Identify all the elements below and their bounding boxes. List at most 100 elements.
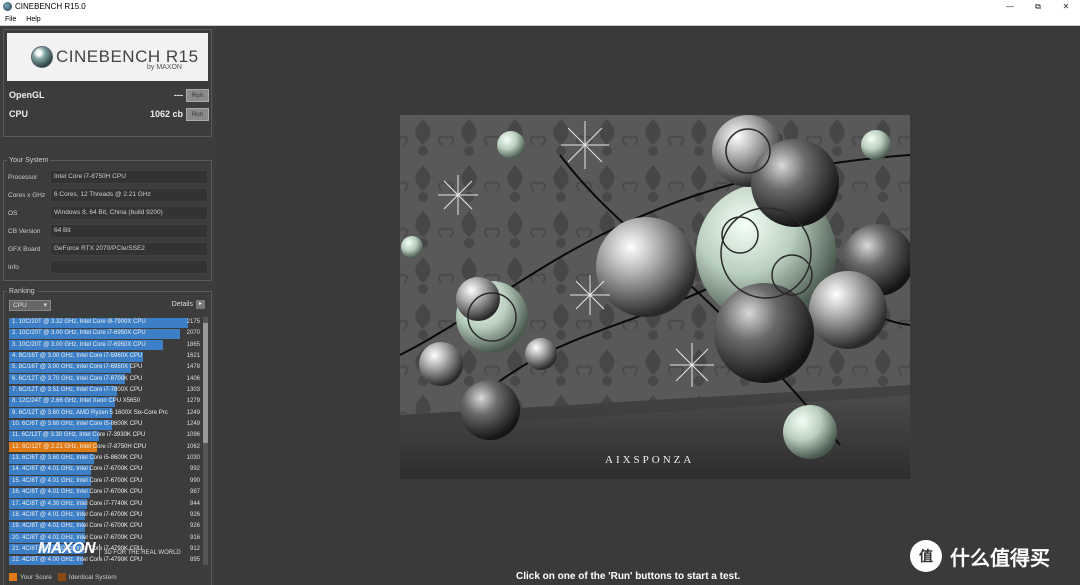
ranking-item-label: 14. 4C/8T @ 4.01 GHz, Intel Core i7-6700… bbox=[12, 466, 143, 473]
ranking-item[interactable]: 18. 4C/8T @ 4.01 GHz, Intel Core i7-6700… bbox=[9, 510, 202, 521]
sys-row-cb-version: CB Version 64 Bit bbox=[8, 224, 208, 238]
ranking-item-label: 1. 10C/20T @ 3.32 GHz, Intel Core i9-790… bbox=[12, 319, 146, 325]
ranking-item-label: 17. 4C/8T @ 4.30 GHz, Intel Core i7-7740… bbox=[12, 500, 143, 507]
sys-value: Windows 8, 64 Bit, China (build 9200) bbox=[50, 206, 208, 220]
cpu-run-button[interactable]: Run bbox=[186, 107, 209, 121]
sys-row-info: Info bbox=[8, 260, 208, 274]
ranking-item-score: 926 bbox=[189, 523, 200, 530]
ranking-item[interactable]: 14. 4C/8T @ 4.01 GHz, Intel Core i7-6700… bbox=[9, 464, 202, 475]
details-label: Details bbox=[171, 301, 193, 308]
ranking-item-label: 6. 6C/12T @ 3.70 GHz, Intel Core i7-8700… bbox=[12, 375, 143, 382]
left-panel: CINEBENCH R15 by MAXON OpenGL --- Run CP… bbox=[0, 26, 216, 585]
ranking-item-score: 1096 bbox=[186, 432, 200, 439]
cinebench-ball-icon bbox=[31, 46, 53, 68]
ranking-item[interactable]: 5. 8C/16T @ 3.00 GHz, Intel Core i7-6950… bbox=[9, 362, 202, 373]
ranking-item-score: 1303 bbox=[186, 387, 200, 394]
render-image: AIXSPONZA bbox=[400, 115, 910, 479]
ranking-item-label: 4. 8C/16T @ 3.00 GHz, Intel Core i7-5960… bbox=[12, 353, 143, 360]
ranking-legend: Your Score Identical System bbox=[9, 573, 123, 581]
ranking-item[interactable]: 10. 6C/6T @ 3.60 GHz, Intel Core i5-8600… bbox=[9, 419, 202, 430]
ranking-item-score: 1621 bbox=[186, 353, 200, 360]
menu-bar: File Help bbox=[0, 13, 1080, 26]
ranking-item[interactable]: 9. 6C/12T @ 3.60 GHz, AMD Ryzen 5 1600X … bbox=[9, 408, 202, 419]
sys-key: Cores x GHz bbox=[8, 191, 46, 199]
ranking-item-label: 8. 12C/24T @ 2.66 GHz, Intel Xeon CPU X5… bbox=[12, 398, 141, 405]
ranking-item-score: 992 bbox=[189, 466, 200, 473]
ranking-list[interactable]: 1. 10C/20T @ 3.32 GHz, Intel Core i9-790… bbox=[9, 317, 202, 565]
benchmark-panel: CINEBENCH R15 by MAXON OpenGL --- Run CP… bbox=[3, 29, 212, 137]
your-system-panel: Your System Processor Intel Core i7-8750… bbox=[3, 157, 212, 281]
ranking-item-score: 916 bbox=[189, 534, 200, 541]
ranking-item-label: 5. 8C/16T @ 3.00 GHz, Intel Core i7-6950… bbox=[12, 364, 143, 371]
ranking-item-label: 12. 6C/12T @ 2.21 GHz, Intel Core i7-875… bbox=[12, 443, 147, 450]
ranking-item-label: 11. 6C/12T @ 3.30 GHz, Intel Core i7-393… bbox=[12, 432, 146, 439]
sys-row-os: OS Windows 8, 64 Bit, China (build 9200) bbox=[8, 206, 208, 220]
identical-system-label: Identical System bbox=[68, 573, 117, 581]
ranking-item-label: 9. 6C/12T @ 3.60 GHz, AMD Ryzen 5 1600X … bbox=[12, 409, 168, 416]
ranking-item[interactable]: 6. 6C/12T @ 3.70 GHz, Intel Core i7-8700… bbox=[9, 374, 202, 385]
ranking-item-score: 926 bbox=[189, 511, 200, 518]
ranking-item-score: 1249 bbox=[186, 421, 200, 428]
ranking-title: Ranking bbox=[7, 288, 37, 295]
sys-key: GFX Board bbox=[8, 245, 41, 253]
ranking-item-label: 16. 4C/8T @ 4.01 GHz, Intel Core i7-6700… bbox=[12, 489, 143, 496]
minimize-icon[interactable]: — bbox=[996, 0, 1024, 13]
ranking-item-score: 2175 bbox=[186, 319, 200, 325]
ranking-item-score: 944 bbox=[189, 500, 200, 507]
close-icon[interactable]: ✕ bbox=[1052, 0, 1080, 13]
watermark-text: 什么值得买 bbox=[950, 547, 1050, 570]
ranking-item-label: 2. 10C/20T @ 3.00 GHz, Intel Core i7-695… bbox=[12, 330, 146, 337]
opengl-label: OpenGL bbox=[9, 90, 45, 100]
footer-divider bbox=[99, 544, 101, 558]
cpu-label: CPU bbox=[9, 109, 29, 119]
render-preview: AIXSPONZA bbox=[400, 115, 910, 479]
ranking-scrollbar[interactable] bbox=[203, 317, 208, 565]
opengl-value: --- bbox=[174, 90, 183, 100]
ranking-item-score: 1062 bbox=[186, 443, 200, 450]
scrollbar-thumb[interactable] bbox=[203, 323, 208, 443]
restore-icon[interactable]: ⧉ bbox=[1024, 0, 1052, 13]
menu-file[interactable]: File bbox=[0, 16, 21, 23]
sys-row-processor: Processor Intel Core i7-8750H CPU bbox=[8, 170, 208, 184]
app-icon bbox=[3, 2, 12, 11]
ranking-item-score: 987 bbox=[189, 489, 200, 496]
ranking-item[interactable]: 19. 4C/8T @ 4.01 GHz, Intel Core i7-6700… bbox=[9, 521, 202, 532]
your-system-title: Your System bbox=[7, 157, 51, 164]
details-button[interactable]: Details ▸ bbox=[172, 300, 205, 309]
ranking-item[interactable]: 17. 4C/8T @ 4.30 GHz, Intel Core i7-7740… bbox=[9, 499, 202, 510]
ranking-item[interactable]: 2. 10C/20T @ 3.00 GHz, Intel Core i7-695… bbox=[9, 328, 202, 339]
ranking-item[interactable]: 8. 12C/24T @ 2.66 GHz, Intel Xeon CPU X5… bbox=[9, 396, 202, 407]
cpu-value: 1062 cb bbox=[149, 109, 183, 119]
menu-help[interactable]: Help bbox=[21, 16, 45, 23]
ranking-item[interactable]: 7. 6C/12T @ 3.51 GHz, Intel Core i7-7800… bbox=[9, 385, 202, 396]
opengl-run-button[interactable]: Run bbox=[186, 88, 209, 102]
ranking-item[interactable]: 16. 4C/8T @ 4.01 GHz, Intel Core i7-6700… bbox=[9, 487, 202, 498]
ranking-item-your-score[interactable]: 12. 6C/12T @ 2.21 GHz, Intel Core i7-875… bbox=[9, 442, 202, 453]
watermark: 值 什么值得买 bbox=[910, 540, 1050, 572]
sys-info-field[interactable] bbox=[50, 260, 208, 274]
ranking-item[interactable]: 4. 8C/16T @ 3.00 GHz, Intel Core i7-5960… bbox=[9, 351, 202, 362]
arrow-right-icon: ▸ bbox=[196, 300, 205, 309]
ranking-item-label: 7. 6C/12T @ 3.51 GHz, Intel Core i7-7800… bbox=[12, 387, 143, 394]
identical-system-swatch bbox=[57, 573, 66, 581]
ranking-item-label: 10. 6C/6T @ 3.60 GHz, Intel Core i5-8600… bbox=[12, 421, 143, 428]
your-score-label: Your Score bbox=[20, 573, 52, 581]
smzdm-logo-icon: 值 bbox=[910, 540, 942, 572]
sys-value: 64 Bit bbox=[50, 224, 208, 238]
title-bar: CINEBENCH R15.0 — ⧉ ✕ bbox=[0, 0, 1080, 13]
ranking-item-label: 18. 4C/8T @ 4.01 GHz, Intel Core i7-6700… bbox=[12, 511, 143, 518]
ranking-dropdown[interactable]: CPU bbox=[9, 300, 51, 311]
sys-key: CB Version bbox=[8, 227, 41, 235]
ranking-item[interactable]: 3. 10C/20T @ 3.00 GHz, Intel Core i7-695… bbox=[9, 340, 202, 351]
cpu-row: CPU 1062 cb Run bbox=[9, 106, 209, 122]
ranking-item-label: 15. 4C/8T @ 4.01 GHz, Intel Core i7-6700… bbox=[12, 477, 143, 484]
main-area: AIXSPONZA Click on one of the 'Run' butt… bbox=[216, 26, 1080, 585]
ranking-item-score: 1279 bbox=[186, 398, 200, 405]
opengl-row: OpenGL --- Run bbox=[9, 87, 209, 103]
ranking-item[interactable]: 13. 6C/6T @ 3.60 GHz, Intel Core i5-8600… bbox=[9, 453, 202, 464]
sys-key: Info bbox=[8, 263, 19, 271]
ranking-item[interactable]: 1. 10C/20T @ 3.32 GHz, Intel Core i9-790… bbox=[9, 317, 202, 328]
ranking-item[interactable]: 15. 4C/8T @ 4.01 GHz, Intel Core i7-6700… bbox=[9, 476, 202, 487]
ranking-item[interactable]: 11. 6C/12T @ 3.30 GHz, Intel Core i7-393… bbox=[9, 430, 202, 441]
ranking-item-score: 1249 bbox=[186, 409, 200, 416]
